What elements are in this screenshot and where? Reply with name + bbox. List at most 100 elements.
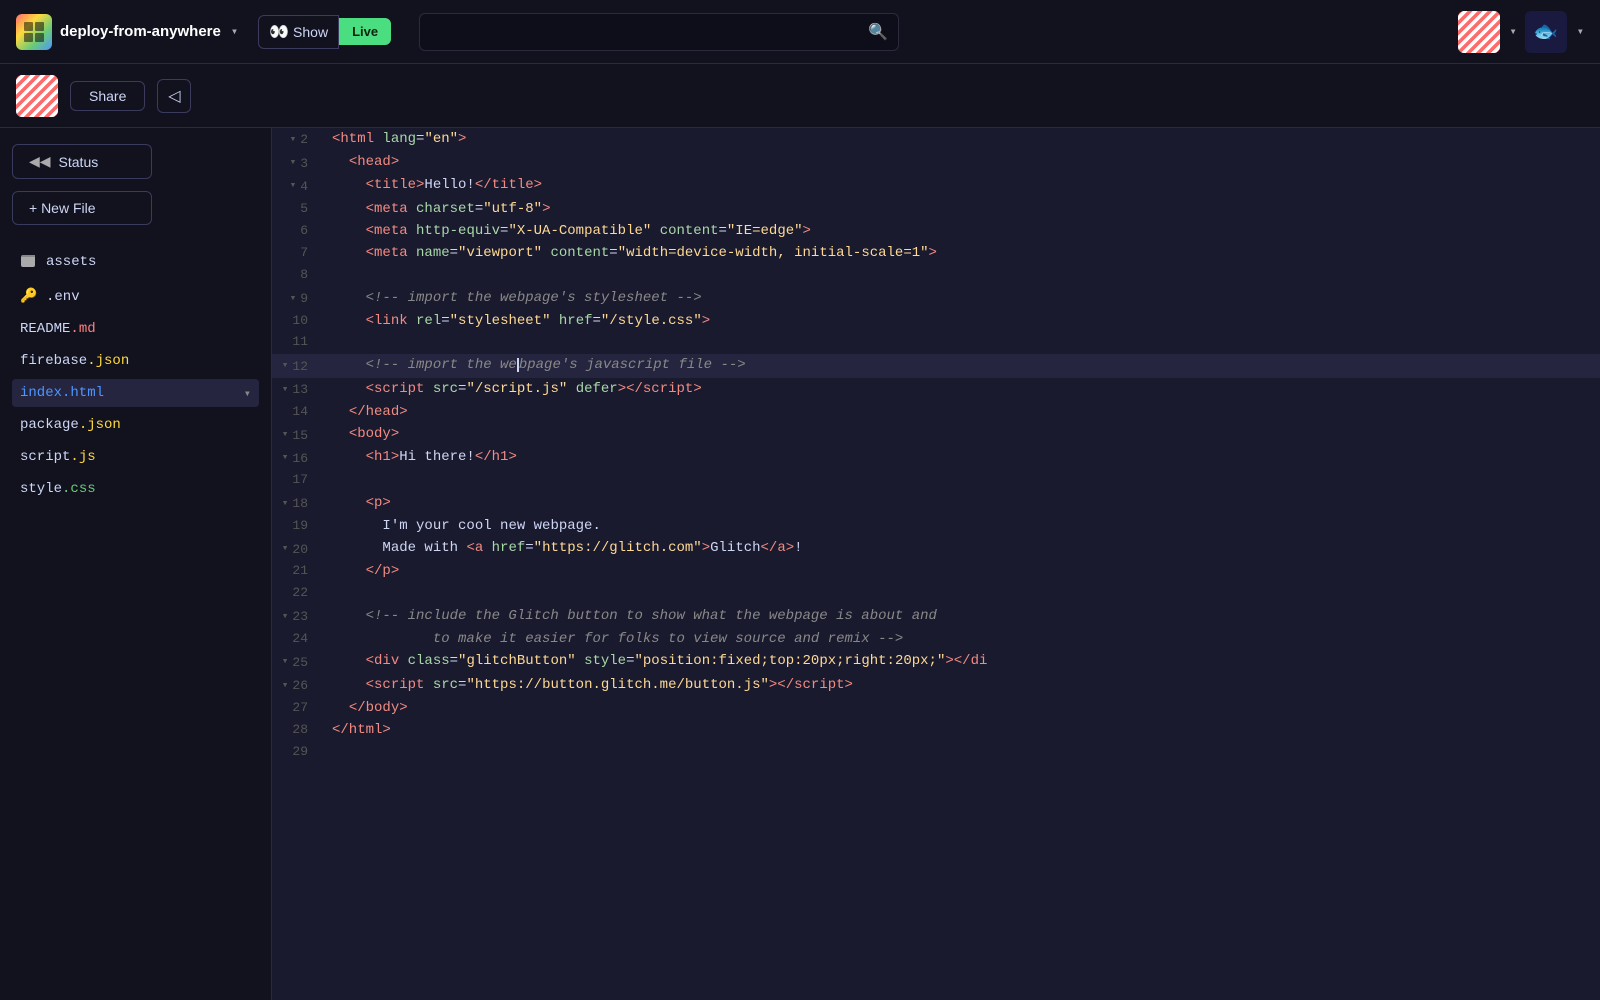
avatar-chevron-icon[interactable]: ▾: [1510, 24, 1517, 39]
line-num-20: ▾20: [272, 540, 324, 561]
fold-icon-20[interactable]: ▾: [282, 541, 289, 559]
line-code-7: <meta name="viewport" content="width=dev…: [324, 242, 937, 264]
search-input[interactable]: [430, 24, 868, 40]
sidebar-item-style-css[interactable]: style.css: [12, 475, 259, 503]
fold-icon-18[interactable]: ▾: [282, 496, 289, 514]
show-icon-group: 👀 Show: [258, 15, 339, 49]
line-num-16: ▾16: [272, 449, 324, 470]
avatar-fish-chevron-icon[interactable]: ▾: [1577, 24, 1584, 39]
main-layout: ◀◀ Status + New File assets 🔑 .env READM…: [0, 128, 1600, 1000]
back-icon: ◀◀: [29, 153, 51, 170]
code-line-9: ▾9 <!-- import the webpage's stylesheet …: [272, 287, 1600, 310]
line-code-21: </p>: [324, 560, 399, 582]
fold-icon-23[interactable]: ▾: [282, 609, 289, 627]
line-num-9: ▾9: [272, 289, 324, 310]
line-code-28: </html>: [324, 719, 391, 741]
fold-icon-3[interactable]: ▾: [290, 155, 297, 173]
code-editor[interactable]: ▾2 <html lang="en"> ▾3 <head> ▾4 <title>…: [272, 128, 1600, 1000]
code-line-28: 28 </html>: [272, 719, 1600, 741]
fold-icon-13[interactable]: ▾: [282, 382, 289, 400]
code-line-29: 29: [272, 742, 1600, 764]
fold-icon-26[interactable]: ▾: [282, 678, 289, 696]
line-num-28: 28: [272, 720, 324, 741]
grid-cell: [35, 22, 44, 31]
line-code-2: <html lang="en">: [324, 128, 466, 150]
search-bar[interactable]: 🔍: [419, 13, 899, 51]
fold-icon-9[interactable]: ▾: [290, 291, 297, 309]
line-num-23: ▾23: [272, 607, 324, 628]
project-chevron-icon[interactable]: ▾: [231, 24, 238, 39]
line-code-27: </body>: [324, 697, 408, 719]
fold-icon-2[interactable]: ▾: [290, 132, 297, 150]
fold-icon-15[interactable]: ▾: [282, 427, 289, 445]
line-num-29: 29: [272, 742, 324, 763]
sidebar-item-assets-label: assets: [46, 254, 251, 270]
code-line-27: 27 </body>: [272, 697, 1600, 719]
line-code-20: Made with <a href="https://glitch.com">G…: [324, 537, 803, 559]
second-toolbar: Share ◁: [0, 64, 1600, 128]
line-num-13: ▾13: [272, 380, 324, 401]
code-line-18: ▾18 <p>: [272, 492, 1600, 515]
status-button[interactable]: ◀◀ Status: [12, 144, 152, 179]
fold-icon-25[interactable]: ▾: [282, 654, 289, 672]
code-line-25: ▾25 <div class="glitchButton" style="pos…: [272, 650, 1600, 673]
line-num-15: ▾15: [272, 426, 324, 447]
code-line-24: 24 to make it easier for folks to view s…: [272, 628, 1600, 650]
line-num-7: 7: [272, 243, 324, 264]
top-navbar: deploy-from-anywhere ▾ 👀 Show Live 🔍 ▾ 🐟…: [0, 0, 1600, 64]
search-icon: 🔍: [868, 22, 888, 42]
line-num-3: ▾3: [272, 154, 324, 175]
sidebar-item-readme[interactable]: README.md: [12, 315, 259, 343]
fold-icon-16[interactable]: ▾: [282, 450, 289, 468]
line-num-12: ▾12: [272, 357, 324, 378]
line-code-26: <script src="https://button.glitch.me/bu…: [324, 674, 853, 696]
line-code-6: <meta http-equiv="X-UA-Compatible" conte…: [324, 220, 811, 242]
logo-grid: [24, 22, 44, 42]
code-line-17: 17: [272, 470, 1600, 492]
new-file-button[interactable]: + New File: [12, 191, 152, 225]
grid-cell: [24, 33, 33, 42]
sidebar-item-readme-label: README.md: [20, 321, 251, 337]
code-line-8: 8: [272, 265, 1600, 287]
sidebar-item-index-html[interactable]: index.html ▾: [12, 379, 259, 407]
line-num-8: 8: [272, 265, 324, 286]
fold-icon-4[interactable]: ▾: [290, 178, 297, 196]
collapse-panel-button[interactable]: ◁: [157, 79, 191, 113]
live-badge: Live: [339, 18, 391, 45]
share-button[interactable]: Share: [70, 81, 145, 111]
code-line-7: 7 <meta name="viewport" content="width=d…: [272, 242, 1600, 264]
code-line-26: ▾26 <script src="https://button.glitch.m…: [272, 674, 1600, 697]
sidebar-item-assets[interactable]: assets: [12, 245, 259, 278]
sidebar-item-script-js[interactable]: script.js: [12, 443, 259, 471]
logo-icon: [16, 14, 52, 50]
folder-icon: [20, 251, 38, 272]
code-line-19: 19 I'm your cool new webpage.: [272, 515, 1600, 537]
sidebar-item-firebase[interactable]: firebase.json: [12, 347, 259, 375]
code-line-2: ▾2 <html lang="en">: [272, 128, 1600, 151]
sidebar-item-package-json-label: package.json: [20, 417, 251, 433]
line-num-4: ▾4: [272, 177, 324, 198]
line-num-14: 14: [272, 402, 324, 423]
logo-area: deploy-from-anywhere ▾: [16, 14, 238, 50]
grid-cell: [35, 33, 44, 42]
show-live-button[interactable]: 👀 Show Live: [258, 15, 391, 49]
code-line-10: 10 <link rel="stylesheet" href="/style.c…: [272, 310, 1600, 332]
line-code-24: to make it easier for folks to view sour…: [324, 628, 903, 650]
topnav-right: ▾ 🐟 ▾: [1458, 11, 1584, 53]
sidebar-item-package-json[interactable]: package.json: [12, 411, 259, 439]
index-html-chevron-icon: ▾: [244, 386, 251, 401]
avatar-fish[interactable]: 🐟: [1525, 11, 1567, 53]
avatar-checkerboard[interactable]: [1458, 11, 1500, 53]
line-num-17: 17: [272, 470, 324, 491]
sidebar: ◀◀ Status + New File assets 🔑 .env READM…: [0, 128, 272, 1000]
sidebar-item-env-label: .env: [46, 289, 251, 305]
sidebar-item-env[interactable]: 🔑 .env: [12, 282, 259, 311]
line-num-22: 22: [272, 583, 324, 604]
status-label: Status: [59, 154, 99, 170]
project-name: deploy-from-anywhere: [60, 23, 221, 40]
line-num-19: 19: [272, 516, 324, 537]
code-line-21: 21 </p>: [272, 560, 1600, 582]
fold-icon-12[interactable]: ▾: [282, 358, 289, 376]
line-code-3: <head>: [324, 151, 399, 173]
code-line-16: ▾16 <h1>Hi there!</h1>: [272, 446, 1600, 469]
